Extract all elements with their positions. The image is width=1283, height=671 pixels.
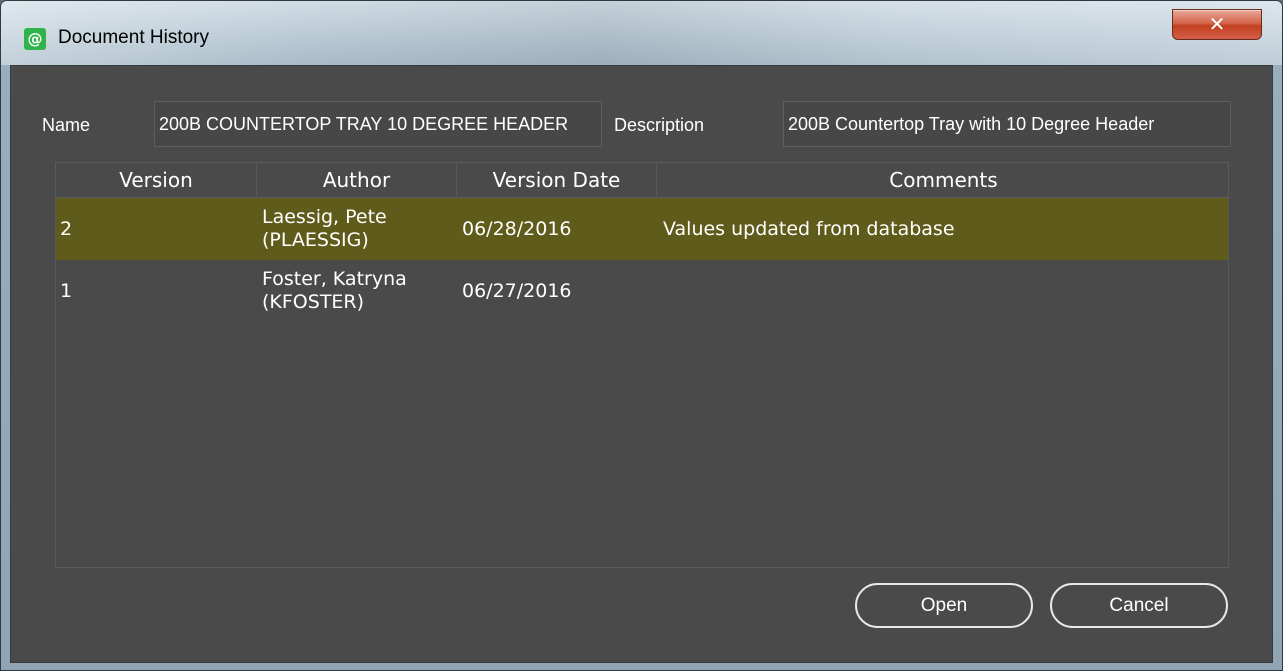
table-row[interactable]: 1 Foster, Katryna (KFOSTER) 06/27/2016 bbox=[56, 260, 1228, 322]
column-header-version[interactable]: Version bbox=[56, 163, 257, 197]
column-header-comments[interactable]: Comments bbox=[657, 163, 1228, 197]
app-logo-icon: @ bbox=[24, 28, 46, 50]
dialog-body: Name 200B COUNTERTOP TRAY 10 DEGREE HEAD… bbox=[10, 65, 1273, 663]
description-field[interactable]: 200B Countertop Tray with 10 Degree Head… bbox=[783, 101, 1231, 147]
comment-cell: Values updated from database bbox=[663, 218, 955, 240]
date-cell: 06/28/2016 bbox=[462, 218, 572, 240]
table-header: Version Author Version Date Comments bbox=[56, 163, 1228, 198]
date-cell: 06/27/2016 bbox=[462, 280, 572, 302]
version-cell: 2 bbox=[60, 218, 73, 240]
version-history-table: Version Author Version Date Comments 2 L… bbox=[55, 162, 1229, 568]
table-row[interactable]: 2 Laessig, Pete (PLAESSIG) 06/28/2016 Va… bbox=[56, 198, 1228, 260]
comment-cell bbox=[663, 260, 1223, 322]
author-name: Laessig, Pete bbox=[262, 206, 387, 228]
name-field[interactable]: 200B COUNTERTOP TRAY 10 DEGREE HEADER bbox=[154, 101, 602, 147]
close-icon: ✕ bbox=[1208, 12, 1226, 36]
author-cell: Foster, Katryna (KFOSTER) bbox=[262, 260, 452, 322]
name-label: Name bbox=[42, 115, 91, 135]
cancel-button[interactable]: Cancel bbox=[1050, 583, 1228, 628]
version-cell: 1 bbox=[60, 280, 73, 302]
close-button[interactable]: ✕ bbox=[1172, 9, 1262, 40]
author-cell: Laessig, Pete (PLAESSIG) bbox=[262, 198, 452, 260]
window-title: Document History bbox=[58, 27, 209, 48]
author-id: (PLAESSIG) bbox=[262, 229, 369, 251]
column-header-author[interactable]: Author bbox=[257, 163, 457, 197]
author-id: (KFOSTER) bbox=[262, 291, 365, 313]
author-name: Foster, Katryna bbox=[262, 268, 407, 290]
document-history-window: @ Document History ✕ Name 200B COUNTERTO… bbox=[0, 0, 1283, 671]
column-header-version-date[interactable]: Version Date bbox=[457, 163, 657, 197]
title-bar[interactable]: @ Document History ✕ bbox=[1, 1, 1282, 65]
description-label: Description bbox=[614, 115, 705, 135]
open-button[interactable]: Open bbox=[855, 583, 1033, 628]
